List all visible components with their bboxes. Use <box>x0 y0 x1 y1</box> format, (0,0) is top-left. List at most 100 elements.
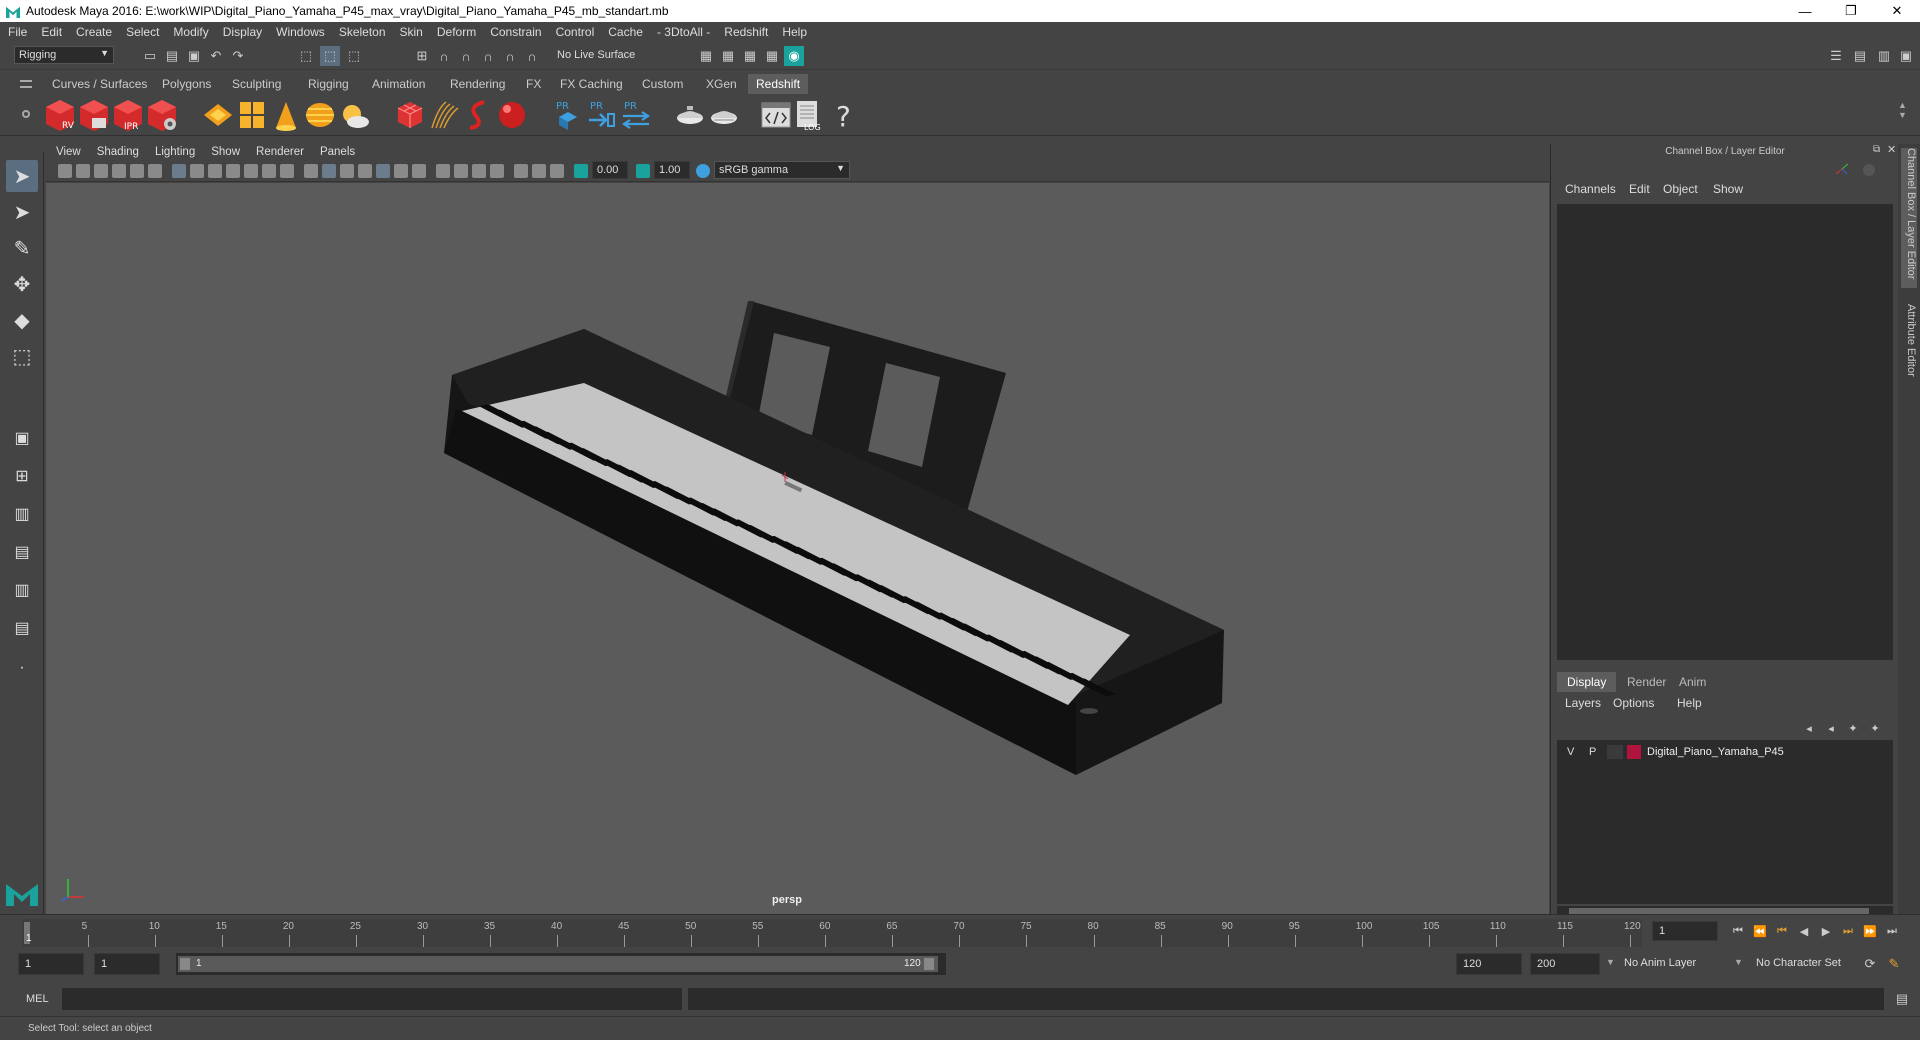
range-slider-thumb[interactable]: 1 120 <box>178 956 938 972</box>
snap-view-icon[interactable]: ∩ <box>478 46 498 66</box>
persp-uv-layout-icon[interactable]: ▤ <box>6 612 38 644</box>
vp-menu-lighting[interactable]: Lighting <box>155 146 195 158</box>
volume-grid-icon[interactable] <box>708 98 740 132</box>
step-back-key-icon[interactable]: ⏮ <box>1772 921 1792 941</box>
gamma-field[interactable]: 1.00 <box>654 161 690 179</box>
proxy-export-icon[interactable]: PR <box>552 98 584 132</box>
layout-channelbox-icon[interactable]: ▤ <box>1850 46 1870 66</box>
snap-live-icon[interactable]: ∩ <box>522 46 542 66</box>
menu-constrain[interactable]: Constrain <box>490 25 541 39</box>
go-to-end-icon[interactable]: ⏭ <box>1882 921 1902 941</box>
side-tab-channel-box[interactable]: Channel Box / Layer Editor <box>1901 148 1917 288</box>
select-hierarchy-icon[interactable]: ⬚ <box>296 46 316 66</box>
le-menu-help[interactable]: Help <box>1677 696 1702 710</box>
layout-modeling-toolkit-icon[interactable]: ▣ <box>1896 46 1916 66</box>
snap-grid-icon[interactable]: ⊞ <box>412 46 432 66</box>
cb-menu-channels[interactable]: Channels <box>1565 182 1616 196</box>
move-layer-up-icon[interactable]: ◂ <box>1799 718 1819 738</box>
menu-edit[interactable]: Edit <box>41 25 62 39</box>
field-chart-icon[interactable] <box>244 164 258 178</box>
channel-list[interactable] <box>1557 204 1893 660</box>
ambient-occlusion-icon[interactable] <box>412 164 426 178</box>
tab-render[interactable]: Render <box>1617 672 1676 692</box>
snap-curve-icon[interactable]: ∩ <box>434 46 454 66</box>
render-settings-icon[interactable]: ▦ <box>740 46 760 66</box>
log-icon[interactable]: LOG <box>794 98 826 132</box>
menu-control[interactable]: Control <box>556 25 595 39</box>
gate-mask-icon[interactable] <box>226 164 240 178</box>
film-gate-icon[interactable] <box>190 164 204 178</box>
menu-skeleton[interactable]: Skeleton <box>339 25 386 39</box>
select-component-icon[interactable]: ⬚ <box>344 46 364 66</box>
select-object-icon[interactable]: ⬚ <box>320 46 340 66</box>
camera-attributes-icon[interactable] <box>76 164 90 178</box>
vp-menu-renderer[interactable]: Renderer <box>256 146 304 158</box>
layer-row[interactable]: V P Digital_Piano_Yamaha_P45 <box>1557 742 1893 762</box>
menu-deform[interactable]: Deform <box>437 25 476 39</box>
minimize-button[interactable]: — <box>1782 0 1828 22</box>
shelf-tab-rigging[interactable]: Rigging <box>300 74 357 94</box>
help-icon[interactable]: ? <box>828 98 860 132</box>
shelf-menu-icon[interactable] <box>20 80 32 88</box>
grid-toggle-icon[interactable] <box>172 164 186 178</box>
2d-pan-zoom-icon[interactable] <box>130 164 144 178</box>
auto-key-icon[interactable]: ⟳ <box>1860 954 1880 974</box>
sun-sky-icon[interactable] <box>338 98 370 132</box>
persp-outliner-layout-icon[interactable]: ▥ <box>6 498 38 530</box>
rotate-tool-icon[interactable]: ◆ <box>6 304 38 336</box>
color-management-icon[interactable] <box>696 164 710 178</box>
menu-skin[interactable]: Skin <box>400 25 423 39</box>
shelf-tab-xgen[interactable]: XGen <box>698 74 745 94</box>
menu-modify[interactable]: Modify <box>173 25 208 39</box>
vp-menu-view[interactable]: View <box>56 146 81 158</box>
proxy-swap-icon[interactable]: PR <box>620 98 652 132</box>
animation-preferences-icon[interactable]: ✎ <box>1884 954 1904 974</box>
shelf-tab-redshift[interactable]: Redshift <box>748 74 809 94</box>
gamma-toggle-icon[interactable] <box>636 164 650 178</box>
grease-pencil-icon[interactable] <box>148 164 162 178</box>
range-start-handle[interactable] <box>180 958 190 970</box>
exposure-toggle-icon[interactable] <box>574 164 588 178</box>
smooth-shade-icon[interactable] <box>322 164 336 178</box>
select-tool-icon[interactable]: ➤ <box>6 160 38 192</box>
snap-surface-icon[interactable]: ∩ <box>500 46 520 66</box>
perspective-viewport[interactable]: persp <box>46 183 1549 914</box>
menu-redshift[interactable]: Redshift <box>724 25 768 39</box>
shelf-scroll-arrows-icon[interactable]: ▲ ▼ <box>1898 100 1907 120</box>
script-editor-button-icon[interactable]: ▤ <box>1892 989 1912 1009</box>
float-panel-icon[interactable]: ⧉ <box>1873 144 1880 155</box>
render-settings-gear-icon[interactable] <box>146 98 178 132</box>
area-light-icon[interactable] <box>202 98 234 132</box>
step-forward-key-icon[interactable]: ⏭ <box>1838 921 1858 941</box>
character-set-dropdown[interactable]: No Character Set <box>1756 957 1841 969</box>
layer-name[interactable]: Digital_Piano_Yamaha_P45 <box>1647 746 1784 758</box>
playback-end-field[interactable]: 120 <box>1456 953 1522 975</box>
multisample-aa-icon[interactable] <box>454 164 468 178</box>
menu-create[interactable]: Create <box>76 25 112 39</box>
curve-hook-icon[interactable] <box>462 98 494 132</box>
maximize-button[interactable]: ❐ <box>1828 0 1874 22</box>
command-language-label[interactable]: MEL <box>26 993 49 1005</box>
close-panel-icon[interactable]: ✕ <box>1887 143 1896 156</box>
save-scene-icon[interactable]: ▣ <box>184 46 204 66</box>
shadows-icon[interactable] <box>394 164 408 178</box>
menu-cache[interactable]: Cache <box>608 25 643 39</box>
image-plane-icon[interactable] <box>112 164 126 178</box>
single-perspective-layout-icon[interactable]: ▣ <box>6 422 38 454</box>
xray-joints-icon[interactable] <box>532 164 546 178</box>
menu-help[interactable]: Help <box>782 25 807 39</box>
play-backwards-icon[interactable]: ◀ <box>1794 921 1814 941</box>
play-forwards-icon[interactable]: ▶ <box>1816 921 1836 941</box>
step-forward-frame-icon[interactable]: ⏩ <box>1860 921 1880 941</box>
shelf-tab-custom[interactable]: Custom <box>634 74 691 94</box>
tab-anim[interactable]: Anim <box>1669 672 1716 692</box>
shelf-tab-sculpting[interactable]: Sculpting <box>224 74 289 94</box>
step-back-frame-icon[interactable]: ⏪ <box>1750 921 1770 941</box>
scene-start-field[interactable]: 1 <box>18 953 84 975</box>
wireframe-on-shaded-icon[interactable] <box>340 164 354 178</box>
shelf-tab-curves[interactable]: Curves / Surfaces <box>44 74 155 94</box>
le-menu-layers[interactable]: Layers <box>1565 696 1601 710</box>
current-frame-field[interactable]: 1 <box>1652 921 1718 941</box>
time-slider-track[interactable]: 1 5 10 15 20 25 30 35 40 45 50 55 60 65 70 75 80 85 90 95 1… <box>22 919 1642 947</box>
layer-playback-toggle[interactable]: P <box>1589 746 1596 758</box>
